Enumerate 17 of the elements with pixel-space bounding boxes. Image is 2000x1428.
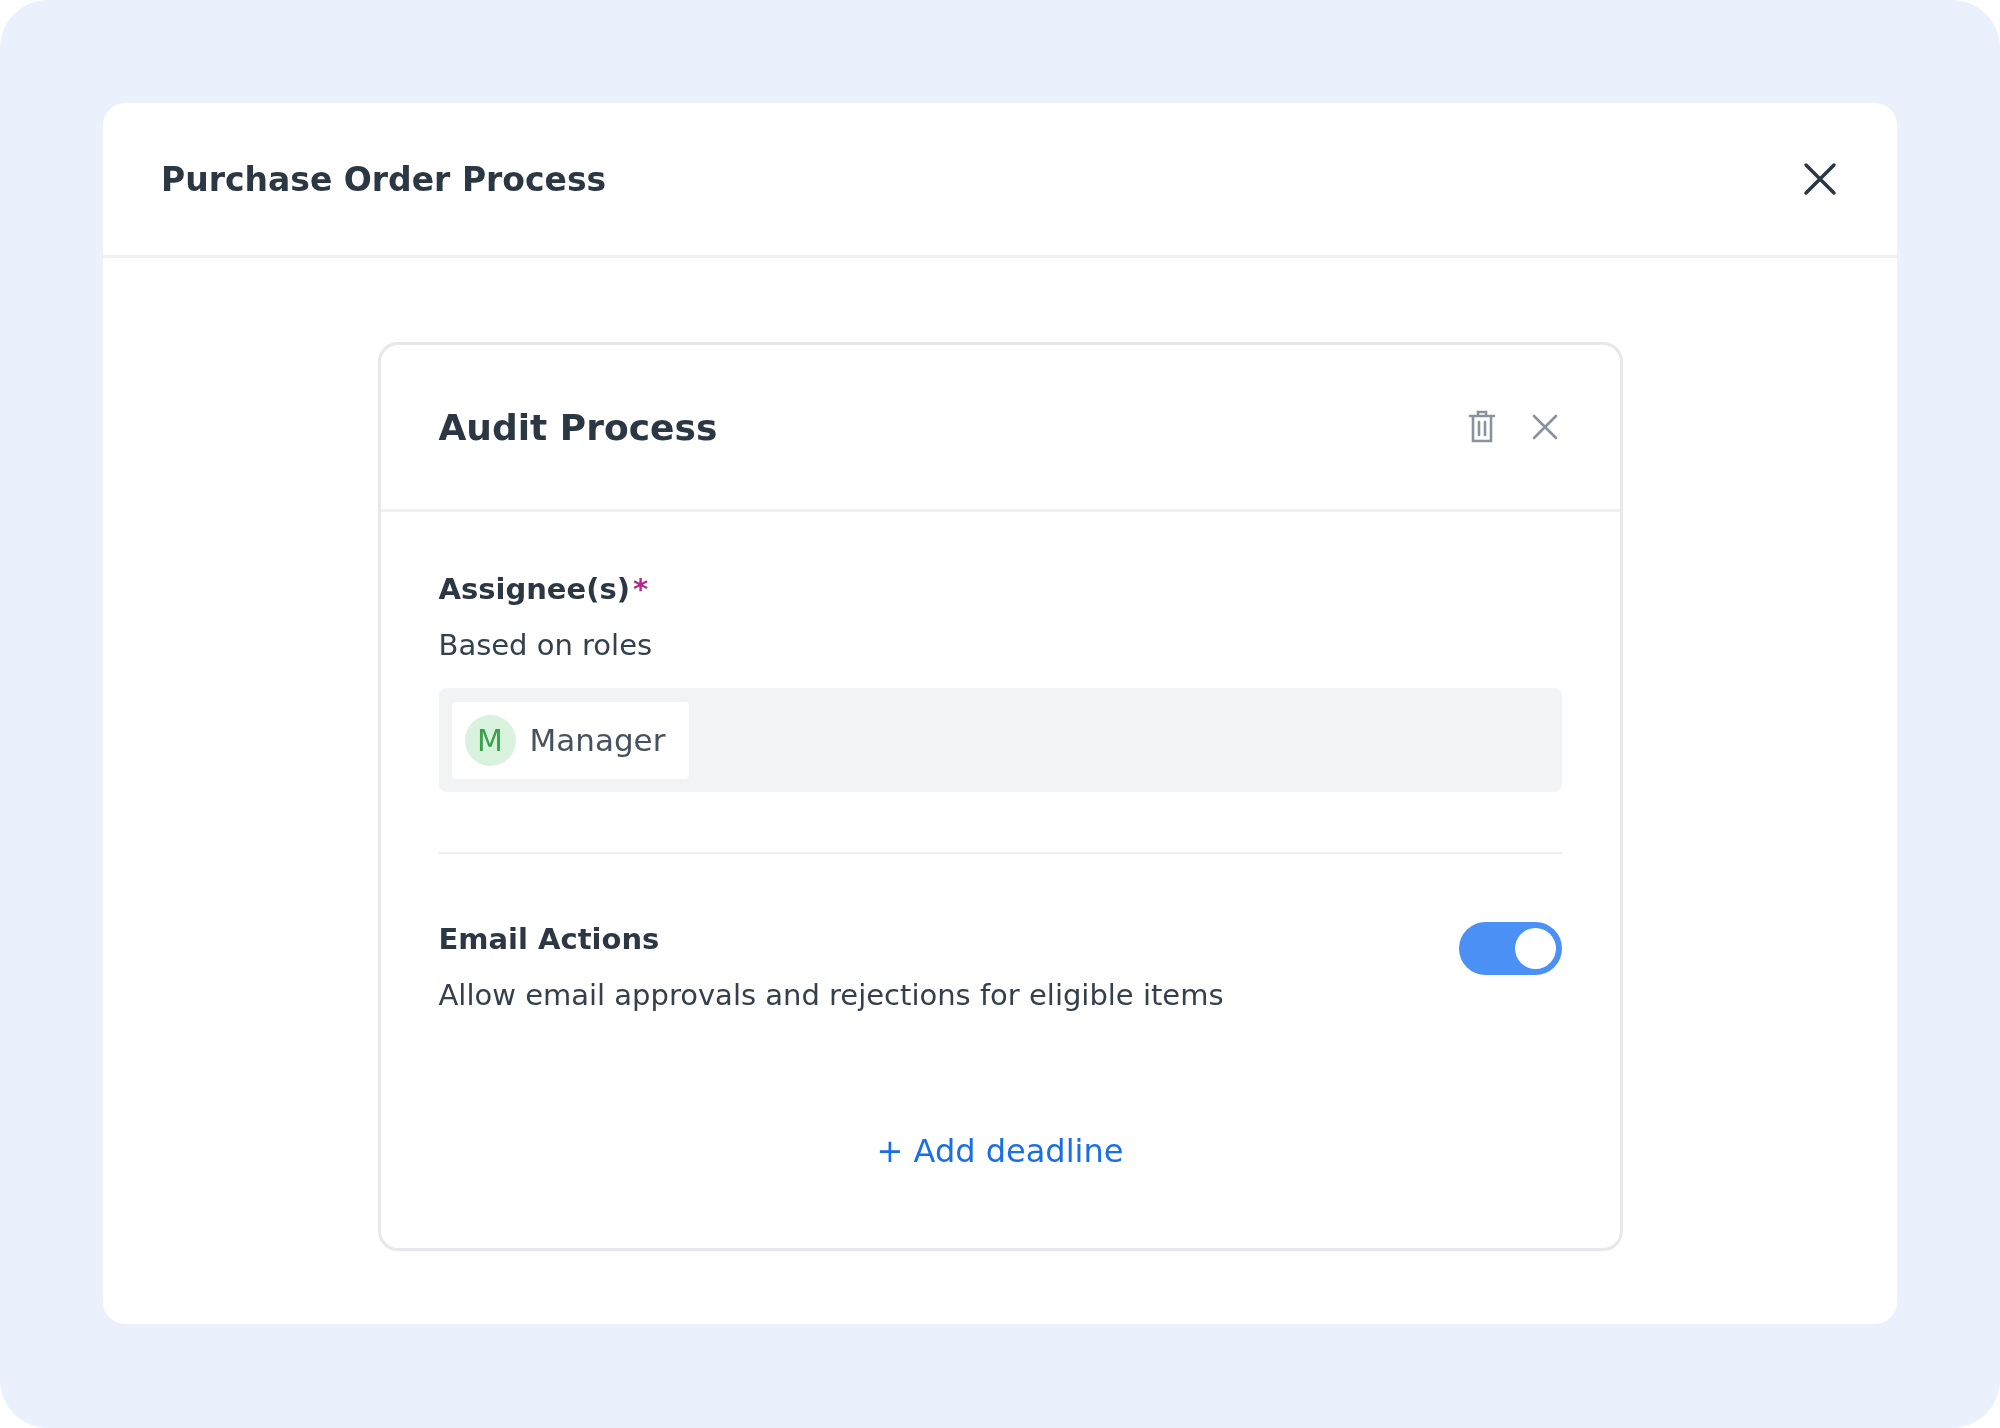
assignee-chip[interactable]: M Manager bbox=[451, 701, 690, 779]
assignee-field[interactable]: M Manager bbox=[438, 688, 1562, 792]
add-deadline-link[interactable]: + Add deadline bbox=[876, 1132, 1124, 1170]
close-button[interactable] bbox=[1803, 162, 1837, 196]
dialog-title: Purchase Order Process bbox=[161, 159, 607, 199]
trash-icon bbox=[1467, 410, 1496, 444]
card-title: Audit Process bbox=[438, 406, 718, 448]
required-mark: * bbox=[632, 572, 649, 606]
field-subtitle: Based on roles bbox=[438, 628, 654, 662]
avatar-initial: M bbox=[464, 714, 516, 766]
toggle-switch[interactable] bbox=[1458, 922, 1562, 975]
field-label: Assignee(s) bbox=[438, 572, 630, 606]
setting-description: Allow email approvals and rejections for eligible items bbox=[438, 978, 1224, 1012]
close-icon bbox=[1531, 414, 1558, 440]
delete-button[interactable] bbox=[1467, 410, 1496, 444]
setting-label: Email Actions bbox=[438, 922, 661, 956]
close-icon bbox=[1803, 162, 1837, 196]
